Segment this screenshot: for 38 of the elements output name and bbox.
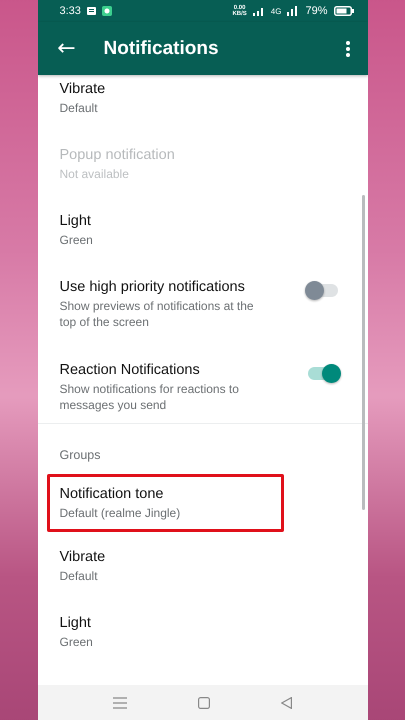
setting-title: Use high priority notifications [60,278,246,297]
signal-icon [287,6,300,16]
setting-title: Popup notification [60,146,176,165]
setting-title: Vibrate [60,548,106,567]
back-nav-button[interactable] [281,696,292,708]
battery-level: 79% [305,5,328,17]
section-header: Groups [60,448,100,462]
screen-title: Notifications [104,38,220,60]
setting-description: Show notifications for reactions to messages you send [60,381,240,413]
signal-icon [252,6,265,16]
back-button[interactable]: ← [54,36,80,61]
home-button[interactable] [198,696,210,708]
battery-icon [334,6,354,16]
setting-value: Not available [60,166,130,182]
setting-item[interactable]: Light Green [46,198,284,264]
setting-description: Show previews of notifications at the top of the screen [60,298,255,330]
status-time: 3:33 [60,5,81,17]
setting-item[interactable]: Light Green [46,598,284,664]
menu-button[interactable] [113,696,127,708]
setting-item[interactable]: Vibrate Default [46,75,284,132]
toggle-switch[interactable] [308,367,338,380]
network-type: 4G [270,6,282,16]
setting-title: Reaction Notifications [60,361,201,380]
app-notification-icon [102,6,112,16]
setting-value: Green [60,634,94,650]
message-icon [86,7,96,15]
toggle-switch[interactable] [308,284,338,297]
setting-title: Light [60,212,92,231]
setting-item[interactable]: Notification tone Default (realme Jingle) [46,474,284,532]
setting-item[interactable]: Vibrate Default [46,532,284,598]
setting-value: Green [60,232,94,248]
setting-title: Light [60,614,92,633]
setting-title: Vibrate [60,80,106,99]
setting-title: Notification tone [60,485,164,504]
setting-value: Default (realme Jingle) [60,505,182,521]
setting-value: Default [60,100,99,116]
setting-value: Default [60,568,99,584]
more-vertical-icon [346,40,350,56]
